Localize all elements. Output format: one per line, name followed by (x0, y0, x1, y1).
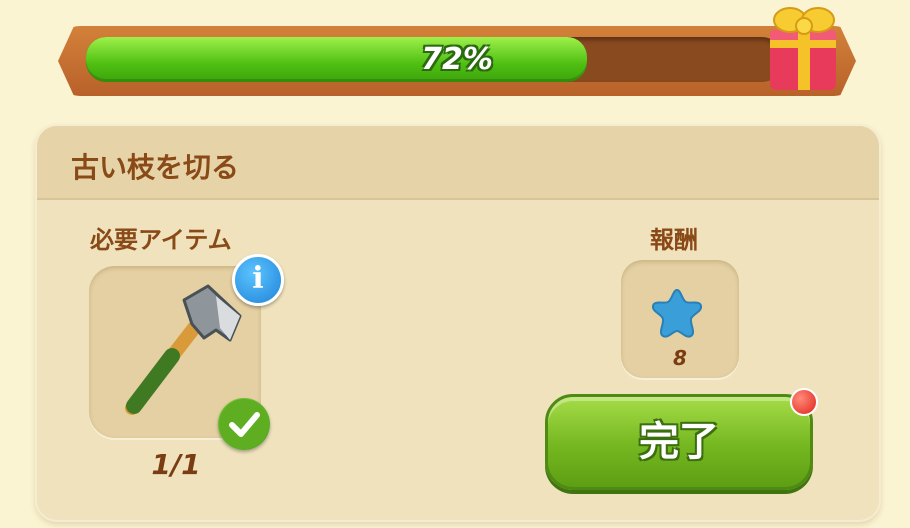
required-items-label: 必要アイテム (90, 226, 232, 254)
task-title: 古い枝を切る (71, 151, 240, 184)
checkmark-icon (218, 398, 270, 450)
progress-percent: 72% (421, 42, 493, 77)
notification-dot (790, 388, 818, 416)
reward-amount: 8 (673, 346, 687, 370)
axe-icon (125, 284, 242, 415)
complete-button-label: 完了 (639, 419, 719, 465)
required-item-count: 1/1 (151, 448, 201, 481)
gift-box-icon[interactable] (762, 0, 844, 94)
reward-label: 報酬 (650, 226, 698, 254)
blue-star-icon (651, 288, 703, 338)
complete-button[interactable]: 完了 (545, 394, 813, 490)
info-icon[interactable]: i (232, 254, 284, 306)
